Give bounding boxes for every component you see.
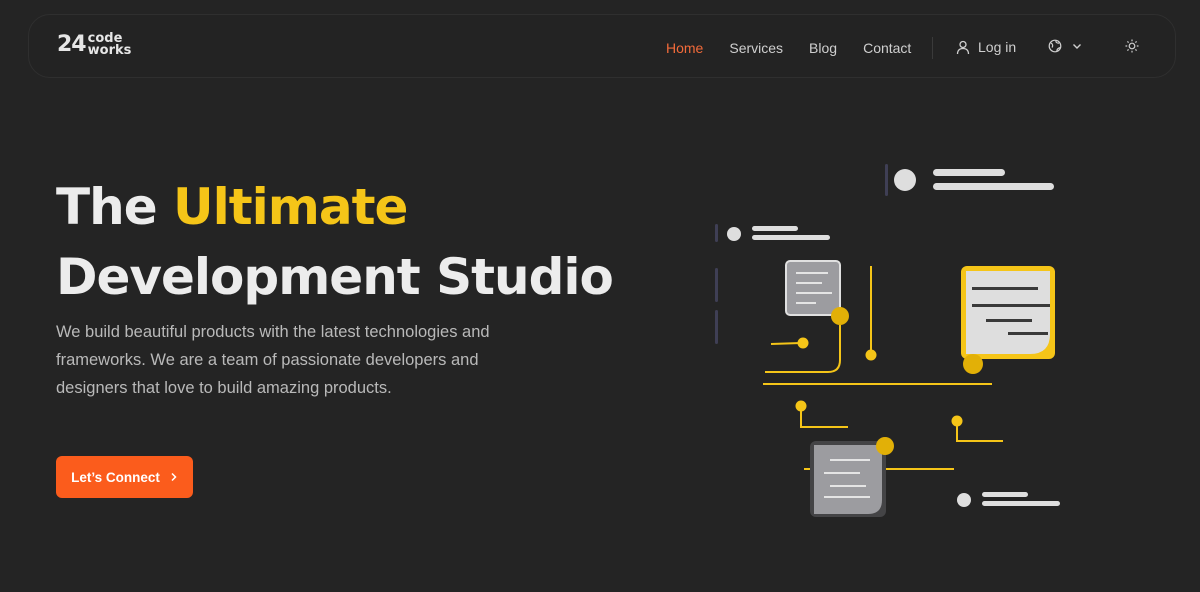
yellow-node [831, 307, 849, 325]
decor-line [752, 226, 798, 231]
decor-bar [715, 310, 718, 344]
decor-bar [715, 268, 718, 302]
logo[interactable]: 24 code works [57, 32, 132, 58]
nav-divider [932, 37, 933, 59]
language-selector[interactable] [1048, 39, 1082, 53]
chevron-down-icon [1073, 44, 1081, 49]
grey-card-inner [814, 445, 882, 514]
logo-number: 24 [57, 32, 87, 57]
login-button[interactable]: Log in [956, 39, 1016, 55]
hero-title-accent: Ultimate [173, 178, 408, 236]
card-text-line [796, 292, 832, 294]
card-text-line [824, 496, 870, 498]
yellow-node [865, 349, 877, 361]
yellow-node [876, 437, 894, 455]
decor-dot [957, 493, 971, 507]
nav-link-home[interactable]: Home [666, 40, 703, 56]
user-icon [956, 40, 970, 54]
connector-line [956, 426, 1003, 442]
card-text-line [830, 459, 870, 461]
yellow-node [797, 337, 809, 349]
cta-label: Let’s Connect [71, 469, 160, 485]
lets-connect-button[interactable]: Let’s Connect [56, 456, 193, 498]
yellow-node [963, 354, 983, 374]
hero-title-line2: Development Studio [56, 248, 614, 306]
card-text-line [1008, 332, 1048, 335]
card-text-line [972, 304, 1050, 307]
chevron-right-icon [171, 472, 177, 482]
decor-line [982, 492, 1028, 497]
grey-card [785, 260, 841, 316]
hero-description: We build beautiful products with the lat… [56, 323, 490, 397]
yellow-node [951, 415, 963, 427]
yellow-node [795, 400, 807, 412]
yellow-card-inner [966, 271, 1050, 354]
card-text-line [830, 485, 866, 487]
decor-bar [715, 224, 718, 242]
login-label: Log in [978, 39, 1017, 55]
decor-line [933, 183, 1054, 190]
card-text-line [824, 472, 860, 474]
card-text-line [796, 302, 816, 304]
decor-bar [885, 164, 888, 196]
hero-title-part1: The [56, 178, 174, 236]
logo-word-works: works [87, 43, 132, 58]
connector-line [770, 342, 802, 345]
card-text-line [972, 287, 1038, 290]
decor-dot [894, 169, 916, 191]
nav-link-services[interactable]: Services [729, 40, 783, 56]
sun-icon [1125, 39, 1139, 53]
nav-link-contact[interactable]: Contact [863, 40, 911, 56]
theme-toggle[interactable] [1125, 39, 1139, 58]
card-text-line [986, 319, 1032, 322]
decor-line [982, 501, 1060, 506]
connector-line [800, 411, 848, 428]
nav-link-blog[interactable]: Blog [809, 40, 837, 56]
nav-links: Home Services Blog Contact [666, 40, 937, 56]
card-text-line [796, 282, 822, 284]
hero-title: The Ultimate Development Studio [56, 172, 614, 312]
connector-line [765, 325, 841, 373]
hero-illustration [715, 164, 1060, 517]
logo-words: code works [87, 32, 132, 58]
navbar: 24 code works Home Services Blog Contact… [28, 14, 1176, 78]
globe-icon [1048, 39, 1062, 53]
card-text-line [796, 272, 828, 274]
decor-line [933, 169, 1005, 176]
decor-dot [727, 227, 741, 241]
decor-line [752, 235, 830, 240]
